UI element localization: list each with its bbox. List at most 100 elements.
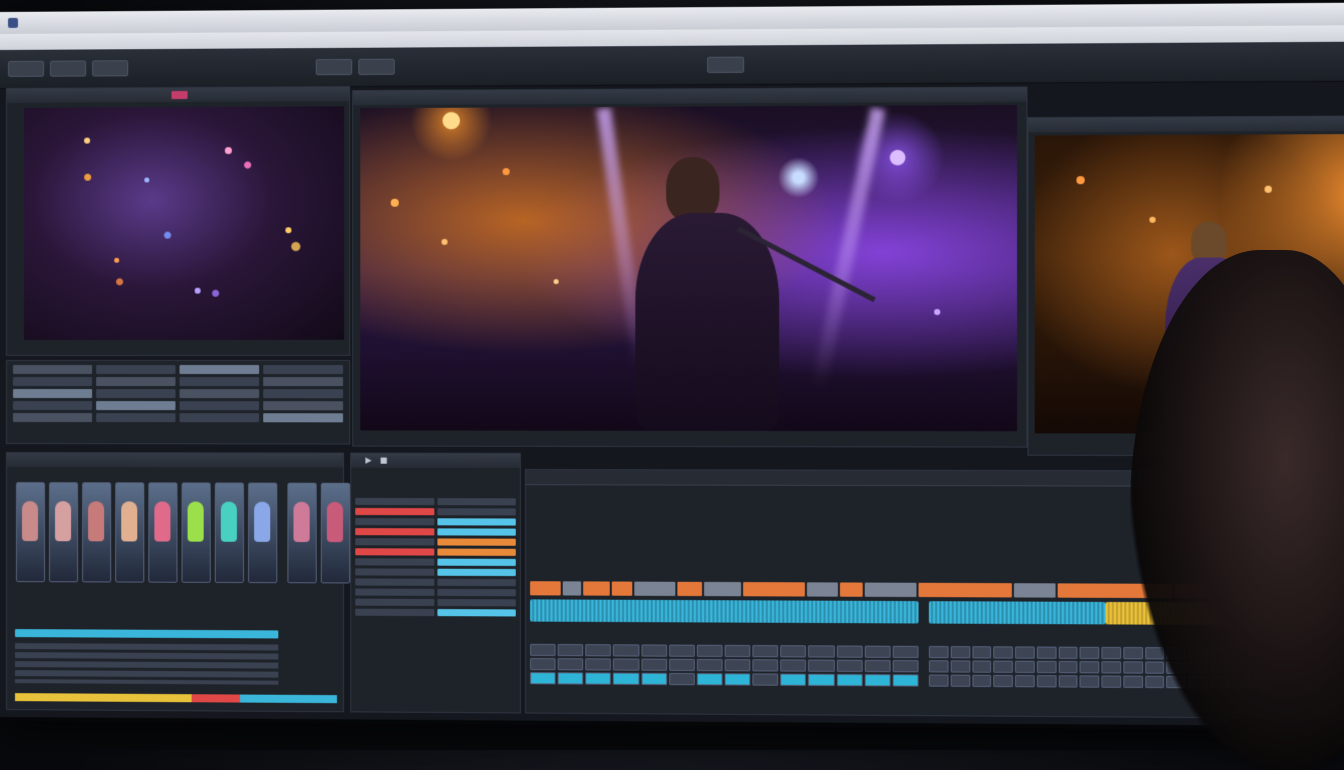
grid-key[interactable] bbox=[780, 645, 806, 657]
grid-key[interactable] bbox=[892, 674, 918, 686]
grid-key[interactable] bbox=[697, 673, 723, 685]
timeline-clip[interactable] bbox=[612, 582, 632, 596]
grid-key[interactable] bbox=[993, 646, 1012, 658]
clip-thumbnail[interactable] bbox=[82, 482, 111, 582]
mixer-slot[interactable] bbox=[437, 538, 516, 545]
timeline-clip[interactable] bbox=[704, 582, 741, 596]
grid-cell[interactable] bbox=[96, 377, 175, 386]
mixer-slot[interactable] bbox=[355, 548, 434, 555]
grid-cell[interactable] bbox=[96, 365, 175, 374]
toolbar-button-2[interactable] bbox=[50, 60, 86, 76]
grid-cell[interactable] bbox=[96, 413, 175, 422]
program-monitor-video[interactable] bbox=[360, 105, 1017, 431]
grid-key[interactable] bbox=[993, 661, 1012, 673]
grid-key[interactable] bbox=[1101, 675, 1121, 687]
grid-key[interactable] bbox=[808, 660, 834, 672]
grid-key[interactable] bbox=[1037, 661, 1057, 673]
mixer-slot[interactable] bbox=[437, 579, 516, 586]
grid-key[interactable] bbox=[586, 644, 612, 656]
timeline-clip[interactable] bbox=[865, 583, 917, 597]
grid-key[interactable] bbox=[950, 660, 969, 672]
grid-cell[interactable] bbox=[263, 401, 343, 410]
grid-key[interactable] bbox=[669, 673, 695, 685]
grid-cell[interactable] bbox=[180, 389, 260, 398]
mixer-slot[interactable] bbox=[437, 559, 516, 566]
grid-key[interactable] bbox=[808, 645, 834, 657]
toolbar-button-1[interactable] bbox=[8, 61, 44, 77]
clip-thumbnail[interactable] bbox=[182, 482, 211, 582]
clip-thumbnail[interactable] bbox=[49, 482, 78, 582]
grid-cell[interactable] bbox=[180, 365, 260, 374]
timeline-clip[interactable] bbox=[530, 581, 561, 595]
mixer-slot[interactable] bbox=[355, 578, 434, 585]
timeline-clip[interactable] bbox=[1014, 583, 1056, 597]
mixer-slot[interactable] bbox=[437, 569, 516, 576]
grid-key[interactable] bbox=[669, 659, 695, 671]
grid-key[interactable] bbox=[972, 675, 991, 687]
mixer-slot[interactable] bbox=[355, 589, 434, 596]
timeline-clip[interactable] bbox=[807, 582, 838, 596]
mixer-slot[interactable] bbox=[355, 599, 434, 606]
timeline-clip[interactable] bbox=[583, 581, 610, 595]
mixer-slot[interactable] bbox=[355, 568, 434, 575]
timeline-clip[interactable] bbox=[919, 583, 1012, 598]
grid-key[interactable] bbox=[558, 658, 584, 670]
grid-key[interactable] bbox=[836, 674, 862, 686]
mixer-slot[interactable] bbox=[437, 528, 516, 535]
mixer-slot[interactable] bbox=[437, 508, 516, 515]
grid-cell[interactable] bbox=[96, 389, 175, 398]
grid-key[interactable] bbox=[530, 672, 556, 684]
selection-bar[interactable] bbox=[15, 629, 278, 638]
grid-key[interactable] bbox=[1058, 647, 1078, 659]
mixer-slot[interactable] bbox=[437, 549, 516, 556]
grid-key[interactable] bbox=[725, 673, 751, 685]
grid-key[interactable] bbox=[669, 645, 695, 657]
grid-key[interactable] bbox=[641, 659, 667, 671]
mixer-slot[interactable] bbox=[355, 528, 434, 535]
clip-thumbnail[interactable] bbox=[321, 483, 350, 584]
grid-key[interactable] bbox=[530, 658, 556, 670]
grid-key[interactable] bbox=[972, 646, 991, 658]
mixer-slot[interactable] bbox=[437, 599, 516, 606]
timeline-clip[interactable] bbox=[677, 582, 702, 596]
grid-key[interactable] bbox=[613, 658, 639, 670]
grid-key[interactable] bbox=[725, 645, 751, 657]
grid-key[interactable] bbox=[1058, 661, 1078, 673]
grid-cell[interactable] bbox=[263, 389, 343, 398]
grid-key[interactable] bbox=[1058, 675, 1078, 687]
clip-thumbnail[interactable] bbox=[16, 482, 45, 582]
grid-cell[interactable] bbox=[13, 413, 92, 422]
grid-key[interactable] bbox=[1101, 661, 1121, 673]
grid-key[interactable] bbox=[1015, 675, 1034, 687]
grid-key[interactable] bbox=[972, 660, 991, 672]
grid-key[interactable] bbox=[950, 646, 969, 658]
clip-thumbnail[interactable] bbox=[248, 483, 277, 584]
grid-key[interactable] bbox=[836, 660, 862, 672]
mixer-slot[interactable] bbox=[355, 518, 434, 525]
grid-key[interactable] bbox=[1037, 675, 1057, 687]
grid-key[interactable] bbox=[697, 645, 723, 657]
timeline-clip[interactable] bbox=[840, 582, 863, 596]
grid-key[interactable] bbox=[1080, 647, 1100, 659]
mixer-slot[interactable] bbox=[355, 558, 434, 565]
grid-key[interactable] bbox=[780, 674, 806, 686]
clip-thumbnail[interactable] bbox=[215, 482, 244, 583]
play-icon[interactable]: ▶ bbox=[365, 454, 371, 468]
grid-key[interactable] bbox=[613, 644, 639, 656]
grid-key[interactable] bbox=[697, 659, 723, 671]
grid-key[interactable] bbox=[929, 646, 948, 658]
grid-cell[interactable] bbox=[13, 365, 92, 374]
toolbar-button-6[interactable] bbox=[707, 57, 744, 73]
grid-cell[interactable] bbox=[13, 401, 92, 410]
toolbar-button-5[interactable] bbox=[358, 59, 395, 75]
grid-cell[interactable] bbox=[180, 401, 260, 410]
grid-key[interactable] bbox=[613, 673, 639, 685]
grid-key[interactable] bbox=[1015, 646, 1034, 658]
grid-key[interactable] bbox=[558, 672, 584, 684]
mixer-slot[interactable] bbox=[355, 538, 434, 545]
timeline-clip[interactable] bbox=[634, 582, 675, 596]
mixer-slot[interactable] bbox=[355, 609, 434, 616]
mixer-slot[interactable] bbox=[437, 609, 516, 616]
grid-key[interactable] bbox=[950, 675, 969, 687]
grid-key[interactable] bbox=[864, 646, 890, 658]
